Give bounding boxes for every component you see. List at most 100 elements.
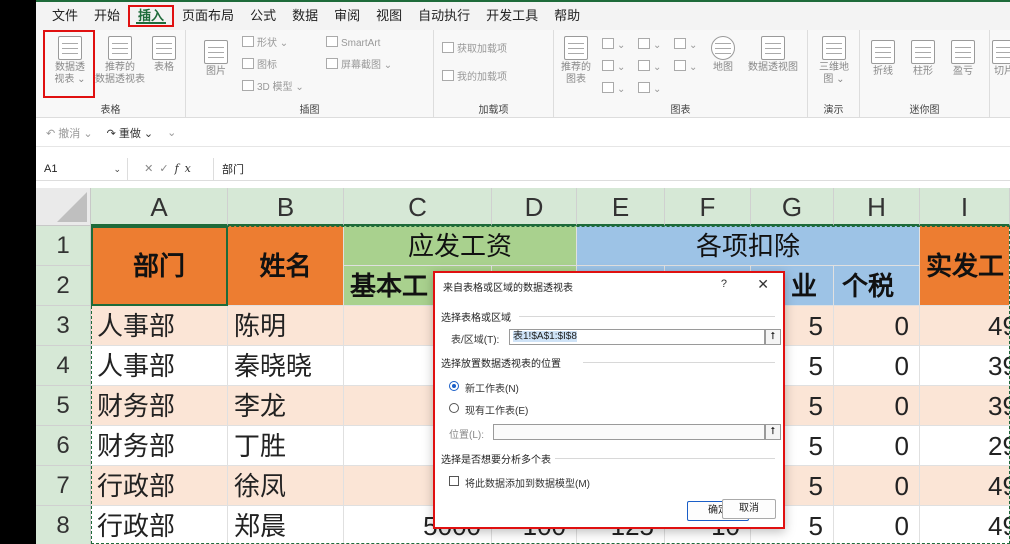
cell-i1-net-header[interactable]: 实发工 <box>920 226 1010 306</box>
cell-a4[interactable]: 人事部 <box>91 346 228 386</box>
menu-file[interactable]: 文件 <box>44 4 86 28</box>
menu-home[interactable]: 开始 <box>86 4 128 28</box>
range-input[interactable]: 表1!$A$1:$I$8 <box>509 329 765 345</box>
add-to-data-model-label[interactable]: 将此数据添加到数据模型(M) <box>465 475 590 490</box>
scatter-chart-button[interactable]: ⌄ <box>638 82 661 97</box>
col-header-i[interactable]: I <box>920 188 1010 226</box>
location-input[interactable] <box>493 424 765 440</box>
menu-page-layout[interactable]: 页面布局 <box>174 4 242 28</box>
sparkline-winloss-button[interactable]: 盈亏 <box>946 40 980 78</box>
name-box[interactable]: A1 ⌄ <box>36 157 128 180</box>
menu-automate[interactable]: 自动执行 <box>410 4 478 28</box>
menu-data[interactable]: 数据 <box>284 4 326 28</box>
cell-a7[interactable]: 行政部 <box>91 466 228 506</box>
cancel-button[interactable]: 取消 <box>722 499 776 519</box>
pictures-button[interactable]: 图片 <box>198 40 234 78</box>
cell-a6[interactable]: 财务部 <box>91 426 228 466</box>
col-header-c[interactable]: C <box>344 188 492 226</box>
col-header-b[interactable]: B <box>228 188 344 226</box>
undo-button[interactable]: ↶ 撤消 ⌄ <box>46 125 93 141</box>
recommended-pivottables-button[interactable]: 推荐的 数据透视表 <box>94 36 146 86</box>
cell-i8[interactable]: 49 <box>920 506 1010 544</box>
insert-function-icon[interactable]: fx <box>175 162 197 175</box>
combo-chart-button[interactable]: ⌄ <box>674 60 697 75</box>
line-chart-button[interactable]: ⌄ <box>602 60 625 75</box>
smartart-button[interactable]: SmartArt <box>326 36 380 51</box>
get-addins-button[interactable]: 获取加载项 <box>442 42 507 57</box>
menu-view[interactable]: 视图 <box>368 4 410 28</box>
pivottable-button[interactable]: 数据透 视表 ⌄ <box>46 36 94 86</box>
new-worksheet-label[interactable]: 新工作表(N) <box>465 380 519 395</box>
stat-chart-button[interactable]: ⌄ <box>638 60 661 75</box>
cancel-formula-icon[interactable]: ✕ <box>144 163 159 175</box>
cell-h4[interactable]: 0 <box>834 346 920 386</box>
col-header-h[interactable]: H <box>834 188 920 226</box>
cell-h8[interactable]: 0 <box>834 506 920 544</box>
screenshot-button[interactable]: 屏幕截图 ⌄ <box>326 58 392 73</box>
cell-b4[interactable]: 秦晓晓 <box>228 346 344 386</box>
cell-h5[interactable]: 0 <box>834 386 920 426</box>
existing-worksheet-label[interactable]: 现有工作表(E) <box>465 402 528 417</box>
cell-h7[interactable]: 0 <box>834 466 920 506</box>
dialog-close-icon[interactable]: ✕ <box>757 276 769 293</box>
menu-formulas[interactable]: 公式 <box>242 4 284 28</box>
recommended-charts-button[interactable]: 推荐的 图表 <box>558 36 594 86</box>
name-box-dropdown-icon[interactable]: ⌄ <box>113 158 121 180</box>
select-all-corner[interactable] <box>36 188 91 226</box>
icons-button[interactable]: 图标 <box>242 58 277 73</box>
cell-b3[interactable]: 陈明 <box>228 306 344 346</box>
table-button[interactable]: 表格 <box>146 36 182 74</box>
cell-i5[interactable]: 39 <box>920 386 1010 426</box>
cell-i3[interactable]: 49 <box>920 306 1010 346</box>
cell-h2-tax-header[interactable]: 个税 <box>834 266 920 306</box>
existing-worksheet-radio[interactable] <box>449 403 459 413</box>
cell-b8[interactable]: 郑晨 <box>228 506 344 544</box>
cell-h3[interactable]: 0 <box>834 306 920 346</box>
cell-b5[interactable]: 李龙 <box>228 386 344 426</box>
location-collapse-icon[interactable]: ⭡ <box>765 424 781 440</box>
3d-map-button[interactable]: 三维地 图 ⌄ <box>814 36 854 86</box>
pivotchart-button[interactable]: 数据透视图 <box>744 36 802 74</box>
col-header-e[interactable]: E <box>577 188 665 226</box>
col-header-d[interactable]: D <box>492 188 577 226</box>
cell-b1-name-header[interactable]: 姓名 <box>228 226 344 306</box>
row-header-2[interactable]: 2 <box>36 266 91 306</box>
add-to-data-model-checkbox[interactable] <box>449 476 459 486</box>
redo-button[interactable]: ↷ 重做 ⌄ <box>107 125 154 141</box>
cell-e1-deduct-header[interactable]: 各项扣除 <box>577 226 920 266</box>
sparkline-column-button[interactable]: 柱形 <box>906 40 940 78</box>
formula-input[interactable]: 部门 <box>214 161 244 177</box>
col-header-g[interactable]: G <box>751 188 834 226</box>
menu-developer[interactable]: 开发工具 <box>478 4 546 28</box>
row-header-7[interactable]: 7 <box>36 466 91 506</box>
dialog-help-icon[interactable]: ? <box>721 278 727 290</box>
new-worksheet-radio[interactable] <box>449 381 459 391</box>
row-header-1[interactable]: 1 <box>36 226 91 266</box>
row-header-5[interactable]: 5 <box>36 386 91 426</box>
cell-c1-pay-header[interactable]: 应发工资 <box>344 226 577 266</box>
column-chart-button[interactable]: ⌄ <box>602 38 625 53</box>
cell-i6[interactable]: 29 <box>920 426 1010 466</box>
range-collapse-icon[interactable]: ⭡ <box>765 329 781 345</box>
cell-i4[interactable]: 39 <box>920 346 1010 386</box>
row-header-4[interactable]: 4 <box>36 346 91 386</box>
col-header-a[interactable]: A <box>91 188 228 226</box>
row-header-6[interactable]: 6 <box>36 426 91 466</box>
cell-h6[interactable]: 0 <box>834 426 920 466</box>
row-header-3[interactable]: 3 <box>36 306 91 346</box>
row-header-8[interactable]: 8 <box>36 506 91 544</box>
col-header-f[interactable]: F <box>665 188 751 226</box>
sparkline-line-button[interactable]: 折线 <box>866 40 900 78</box>
cell-a5[interactable]: 财务部 <box>91 386 228 426</box>
waterfall-chart-button[interactable]: ⌄ <box>674 38 697 53</box>
cell-a3[interactable]: 人事部 <box>91 306 228 346</box>
cell-a8[interactable]: 行政部 <box>91 506 228 544</box>
menu-review[interactable]: 审阅 <box>326 4 368 28</box>
menu-insert[interactable]: 插入 <box>128 5 175 27</box>
enter-formula-icon[interactable]: ✓ <box>159 163 174 175</box>
menu-help[interactable]: 帮助 <box>546 4 588 28</box>
cell-b7[interactable]: 徐凤 <box>228 466 344 506</box>
customize-qat-icon[interactable]: ⌄ <box>167 126 176 139</box>
slicer-button[interactable]: 切片 <box>992 40 1010 78</box>
cell-a1-dept-header[interactable]: 部门 <box>91 226 228 306</box>
